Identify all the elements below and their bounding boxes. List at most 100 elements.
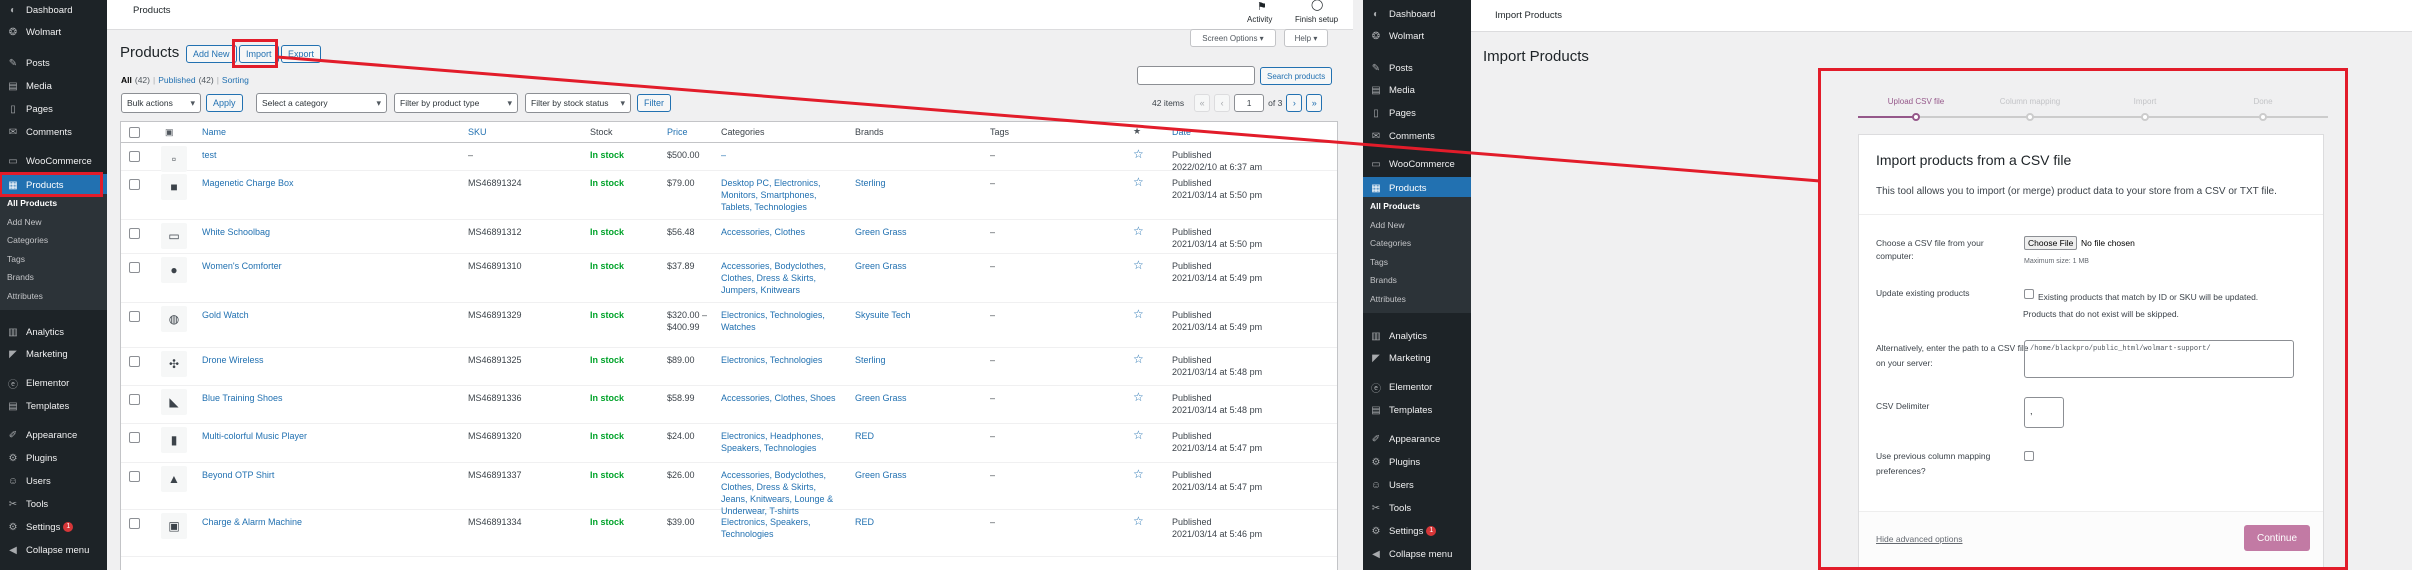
sidebar-item-comments[interactable]: ✉ Comments [1363, 125, 1471, 147]
product-categories[interactable]: Electronics, Speakers, Technologies [721, 516, 839, 540]
sidebar-item-analytics[interactable]: ▥ Analytics [0, 321, 107, 343]
submenu-brands[interactable]: Brands [7, 272, 34, 282]
sidebar-item-comments[interactable]: ✉ Comments [0, 121, 107, 143]
submenu-categories[interactable]: Categories [1370, 238, 1411, 248]
last-page-button[interactable]: » [1306, 94, 1323, 112]
submenu-attributes[interactable]: Attributes [7, 291, 43, 301]
sidebar-item-media[interactable]: ▤ Media [0, 75, 107, 97]
featured-star-icon[interactable]: ☆ [1133, 224, 1144, 238]
product-categories[interactable]: Accessories, Bodyclothes, Clothes, Dress… [721, 260, 839, 296]
product-name-link[interactable]: test [202, 149, 452, 161]
featured-star-icon[interactable]: ☆ [1133, 258, 1144, 272]
submenu-categories[interactable]: Categories [7, 235, 48, 245]
product-brand[interactable]: Green Grass [855, 260, 907, 272]
finish-setup-link[interactable]: Finish setup [1295, 15, 1338, 24]
sidebar-item-elementor[interactable]: ⓔ Elementor [0, 372, 107, 394]
row-checkbox[interactable] [129, 179, 140, 190]
sidebar-item-marketing[interactable]: ◤ Marketing [1363, 347, 1471, 369]
column-date[interactable]: Date [1172, 126, 1191, 138]
sidebar-item-settings[interactable]: ⚙ Settings 1 [1363, 520, 1471, 542]
submenu-brands[interactable]: Brands [1370, 275, 1397, 285]
product-categories[interactable]: Electronics, Technologies, Watches [721, 309, 839, 333]
featured-star-icon[interactable]: ☆ [1133, 390, 1144, 404]
product-categories[interactable]: Accessories, Clothes, Shoes [721, 392, 839, 404]
stock-status-select[interactable]: Filter by stock status [525, 93, 631, 113]
sidebar-item-tools[interactable]: ✂ Tools [0, 493, 107, 515]
featured-star-icon[interactable]: ☆ [1133, 467, 1144, 481]
sidebar-item-users[interactable]: ☺ Users [1363, 474, 1471, 496]
sidebar-item-plugins[interactable]: ⚙ Plugins [0, 447, 107, 469]
sidebar-item-posts[interactable]: ✎ Posts [1363, 57, 1471, 79]
featured-star-icon[interactable]: ☆ [1133, 428, 1144, 442]
submenu-attributes[interactable]: Attributes [1370, 294, 1406, 304]
product-brand[interactable]: Green Grass [855, 226, 907, 238]
product-thumbnail[interactable]: ▫ [161, 146, 187, 172]
product-brand[interactable]: Green Grass [855, 392, 907, 404]
product-name-link[interactable]: Gold Watch [202, 309, 452, 321]
product-categories[interactable]: Accessories, Clothes [721, 226, 839, 238]
product-categories[interactable]: Electronics, Technologies [721, 354, 839, 366]
row-checkbox[interactable] [129, 394, 140, 405]
page-number-input[interactable]: 1 [1234, 94, 1265, 112]
finish-setup-icon[interactable]: ◯ [1311, 0, 1323, 11]
sidebar-item-plugins[interactable]: ⚙ Plugins [1363, 451, 1471, 473]
sidebar-item-wolmart[interactable]: ❂ Wolmart [1363, 25, 1471, 47]
sidebar-item-pages[interactable]: ▯ Pages [1363, 102, 1471, 124]
sidebar-item-settings[interactable]: ⚙ Settings 1 [0, 516, 107, 538]
product-categories[interactable]: Desktop PC, Electronics, Monitors, Smart… [721, 177, 839, 213]
sidebar-item-dashboard[interactable]: ◐ Dashboard [1363, 3, 1471, 25]
category-select[interactable]: Select a category [256, 93, 387, 113]
product-thumbnail[interactable]: ▣ [161, 513, 187, 539]
product-thumbnail[interactable]: ● [161, 257, 187, 283]
product-name-link[interactable]: Beyond OTP Shirt [202, 469, 452, 481]
sidebar-item-tools[interactable]: ✂ Tools [1363, 497, 1471, 519]
view-published[interactable]: Published [158, 75, 195, 85]
sidebar-item-wolmart[interactable]: ❂ Wolmart [0, 21, 107, 43]
select-all-checkbox[interactable] [129, 127, 140, 138]
row-checkbox[interactable] [129, 518, 140, 529]
product-brand[interactable]: RED [855, 516, 874, 528]
sidebar-item-templates[interactable]: ▤ Templates [0, 395, 107, 417]
sidebar-item-posts[interactable]: ✎ Posts [0, 52, 107, 74]
sidebar-item-users[interactable]: ☺ Users [0, 470, 107, 492]
product-name-link[interactable]: Magenetic Charge Box [202, 177, 452, 189]
product-name-link[interactable]: Blue Training Shoes [202, 392, 452, 404]
apply-button[interactable]: Apply [206, 94, 243, 112]
product-brand[interactable]: RED [855, 430, 874, 442]
product-name-link[interactable]: White Schoolbag [202, 226, 452, 238]
sidebar-item-woocommerce[interactable]: ▭ WooCommerce [1363, 153, 1471, 175]
sidebar-item-collapse-menu[interactable]: ◀ Collapse menu [1363, 543, 1471, 565]
submenu-all-products[interactable]: All Products [1370, 201, 1420, 211]
sidebar-item-analytics[interactable]: ▥ Analytics [1363, 325, 1471, 347]
featured-star-icon[interactable]: ☆ [1133, 514, 1144, 528]
view-all[interactable]: All [121, 75, 132, 85]
help-button[interactable]: Help ▾ [1284, 29, 1328, 47]
product-brand[interactable]: Skysuite Tech [855, 309, 910, 321]
row-checkbox[interactable] [129, 356, 140, 367]
screen-options-button[interactable]: Screen Options ▾ [1190, 29, 1276, 47]
submenu-tags[interactable]: Tags [7, 254, 25, 264]
submenu-all-products[interactable]: All Products [7, 198, 57, 208]
product-thumbnail[interactable]: ▲ [161, 466, 187, 492]
search-input[interactable] [1137, 66, 1255, 85]
first-page-button[interactable]: « [1194, 94, 1211, 112]
row-checkbox[interactable] [129, 311, 140, 322]
sidebar-item-media[interactable]: ▤ Media [1363, 79, 1471, 101]
sidebar-item-appearance[interactable]: ✐ Appearance [0, 424, 107, 446]
product-name-link[interactable]: Multi-colorful Music Player [202, 430, 452, 442]
export-button[interactable]: Export [281, 45, 322, 63]
sidebar-item-elementor[interactable]: ⓔ Elementor [1363, 376, 1471, 398]
submenu-add-new[interactable]: Add New [7, 217, 42, 227]
filter-button[interactable]: Filter [637, 94, 671, 112]
featured-star-icon[interactable]: ☆ [1133, 352, 1144, 366]
row-checkbox[interactable] [129, 228, 140, 239]
sidebar-item-appearance[interactable]: ✐ Appearance [1363, 428, 1471, 450]
column-name[interactable]: Name [202, 126, 226, 138]
column-price[interactable]: Price [667, 126, 688, 138]
activity-link[interactable]: Activity [1247, 15, 1272, 24]
product-name-link[interactable]: Charge & Alarm Machine [202, 516, 452, 528]
product-categories[interactable]: – [721, 149, 839, 161]
activity-icon[interactable]: ⚑ [1257, 0, 1267, 13]
product-brand[interactable]: Sterling [855, 177, 886, 189]
product-thumbnail[interactable]: ◍ [161, 306, 187, 332]
